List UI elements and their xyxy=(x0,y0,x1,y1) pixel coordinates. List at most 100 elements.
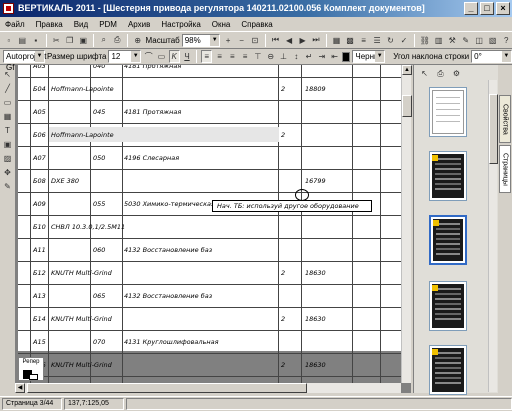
menu-edit[interactable]: Правка xyxy=(35,20,64,29)
text-wrap-icon[interactable]: ↵ xyxy=(304,50,315,63)
table-row[interactable]: Б10 СНВЛ 10.3.0,1/2.5М11 xyxy=(18,216,404,239)
tab-pages[interactable]: Страницы xyxy=(499,145,511,193)
text-color-swatch[interactable] xyxy=(341,51,351,62)
align-justify-icon[interactable]: ≡ xyxy=(240,50,251,63)
pencil-icon[interactable]: ✎ xyxy=(460,34,472,47)
align-center-icon[interactable]: ≡ xyxy=(214,50,225,63)
table-row[interactable]: Б06 Hoffmann-Lapointe 2 xyxy=(18,124,404,147)
table-icon[interactable]: ▦ xyxy=(331,34,343,47)
properties-icon[interactable]: ▧ xyxy=(487,34,499,47)
indent-icon[interactable]: ⇥ xyxy=(316,50,327,63)
layer-panel[interactable]: Репер xyxy=(18,357,44,381)
delete-row-icon[interactable]: ☰ xyxy=(371,34,383,47)
zoom-out-icon[interactable]: − xyxy=(236,34,248,47)
vertical-scrollbar[interactable]: ▲ xyxy=(401,65,412,383)
new-document-icon[interactable]: ▫ xyxy=(3,34,15,47)
scroll-thumb[interactable] xyxy=(402,95,412,117)
page-thumbnail[interactable] xyxy=(429,281,467,331)
table-tool-icon[interactable]: ▦ xyxy=(2,110,14,122)
table-row[interactable]: А05 045 4181 Протяжная xyxy=(18,101,404,124)
table-row[interactable]: Б16KNUTH Multi-Grind218630 xyxy=(18,354,404,377)
insert-row-icon[interactable]: ≡ xyxy=(358,34,370,47)
menu-file[interactable]: Файл xyxy=(4,20,26,29)
preview-icon[interactable]: ⌕ xyxy=(98,34,110,47)
table-row[interactable]: А11 060 4132 Восстановление баз xyxy=(18,239,404,262)
refresh-icon[interactable]: ↻ xyxy=(385,34,397,47)
angle-select[interactable]: 0° ▼ xyxy=(471,50,512,63)
move-tool-icon[interactable]: ✥ xyxy=(2,166,14,178)
table-row[interactable]: Б14 KNUTH Multi-Grind 2 18630 xyxy=(18,308,404,331)
archive-icon[interactable]: ▥ xyxy=(433,34,445,47)
table-row[interactable]: А15 070 4131 Круглошлифовальная xyxy=(18,331,404,354)
maximize-button[interactable]: □ xyxy=(480,2,494,15)
scroll-up-icon[interactable]: ▲ xyxy=(402,65,412,75)
scroll-left-icon[interactable]: ◀ xyxy=(15,383,25,393)
line-spacing-icon[interactable]: ↕ xyxy=(291,50,302,63)
link-icon[interactable]: ⛓ xyxy=(419,34,431,47)
layers-icon[interactable]: ◫ xyxy=(473,34,485,47)
rectangle-tool-icon[interactable]: ▭ xyxy=(2,96,14,108)
valign-middle-icon[interactable]: ⊖ xyxy=(265,50,276,63)
zoom-icon[interactable]: ⊕ xyxy=(132,34,144,47)
valign-top-icon[interactable]: ⊤ xyxy=(253,50,264,63)
align-right-icon[interactable]: ≡ xyxy=(227,50,238,63)
cut-icon[interactable]: ✂ xyxy=(51,34,63,47)
page-thumbnail-selected[interactable] xyxy=(429,215,467,265)
panel-arrow-icon[interactable]: ↖ xyxy=(418,67,431,80)
page-thumbnail[interactable] xyxy=(429,151,467,201)
open-folder-icon[interactable]: ▤ xyxy=(17,34,29,47)
next-page-icon[interactable]: ▶ xyxy=(297,34,309,47)
minimize-button[interactable]: _ xyxy=(464,2,478,15)
outdent-icon[interactable]: ⇤ xyxy=(329,50,340,63)
scroll-thumb[interactable] xyxy=(489,94,498,164)
cursor-icon[interactable]: ↖ xyxy=(2,68,14,80)
close-button[interactable]: × xyxy=(496,2,510,15)
font-select[interactable]: Autoproject Gf ▼ xyxy=(3,50,46,72)
line-style-icon[interactable]: ⌒ xyxy=(143,50,154,63)
italic-icon[interactable]: K xyxy=(168,50,180,63)
scroll-thumb[interactable] xyxy=(27,383,307,393)
prev-page-icon[interactable]: ◀ xyxy=(283,34,295,47)
fit-page-icon[interactable]: ⊡ xyxy=(249,34,261,47)
text-color-select[interactable]: Черный ▼ xyxy=(352,50,386,63)
horizontal-scrollbar[interactable]: ◀ xyxy=(15,383,401,393)
table-row[interactable]: Б04 Hoffmann-Lapointe 2 18809 xyxy=(18,78,404,101)
text-frame-icon[interactable]: ▭ xyxy=(156,50,167,63)
menu-view[interactable]: Вид xyxy=(73,20,89,29)
font-size-select[interactable]: 12 ▼ xyxy=(108,50,142,63)
tools-icon[interactable]: ⚒ xyxy=(446,34,458,47)
first-page-icon[interactable]: ⏮ xyxy=(270,34,282,47)
table-row[interactable]: А07 050 4196 Слесарная xyxy=(18,147,404,170)
menu-archive[interactable]: Архив xyxy=(127,20,151,29)
menu-settings[interactable]: Настройка xyxy=(160,20,201,29)
page-thumbnail[interactable] xyxy=(429,345,467,395)
document-area[interactable]: А03 040 4181 Протяжная Б04 Hoffmann-Lapointe… xyxy=(15,65,411,393)
tab-properties[interactable]: Свойства xyxy=(499,95,511,143)
check-icon[interactable]: ✓ xyxy=(398,34,410,47)
valign-bottom-icon[interactable]: ⊥ xyxy=(278,50,289,63)
help-icon[interactable]: ? xyxy=(500,34,512,47)
menu-help[interactable]: Справка xyxy=(240,20,273,29)
copy-icon[interactable]: ❐ xyxy=(64,34,76,47)
line-tool-icon[interactable]: ╱ xyxy=(2,82,14,94)
table-row[interactable]: Б08 DXE 380 16799 xyxy=(18,170,404,193)
print-icon[interactable]: ⎙ xyxy=(112,34,124,47)
save-icon[interactable]: ▪ xyxy=(30,34,42,47)
table-row[interactable]: А13 065 4132 Восстановление баз xyxy=(18,285,404,308)
text-tool-icon[interactable]: T xyxy=(2,124,14,136)
title-bar[interactable]: ВЕРТИКАЛЬ 2011 - [Шестерня привода регул… xyxy=(0,0,512,17)
image-tool-icon[interactable]: ▨ xyxy=(2,152,14,164)
zoom-select[interactable]: 98% ▼ xyxy=(181,33,221,47)
zoom-in-icon[interactable]: + xyxy=(222,34,234,47)
table-row[interactable]: А03 040 4181 Протяжная xyxy=(18,65,404,78)
last-page-icon[interactable]: ⏭ xyxy=(310,34,322,47)
panel-print-icon[interactable]: ⎙ xyxy=(434,67,447,80)
underline-icon[interactable]: Ч xyxy=(182,50,193,63)
page-thumbnail[interactable] xyxy=(429,87,467,137)
stamp-tool-icon[interactable]: ▣ xyxy=(2,138,14,150)
pages-panel-scrollbar[interactable] xyxy=(488,80,498,392)
comment-callout[interactable]: Нач. ТБ: используй другое оборудование xyxy=(212,200,372,212)
grid-icon[interactable]: ▩ xyxy=(344,34,356,47)
table-row[interactable]: Б12 KNUTH Multi-Grind 2 18630 xyxy=(18,262,404,285)
menu-windows[interactable]: Окна xyxy=(211,20,232,29)
